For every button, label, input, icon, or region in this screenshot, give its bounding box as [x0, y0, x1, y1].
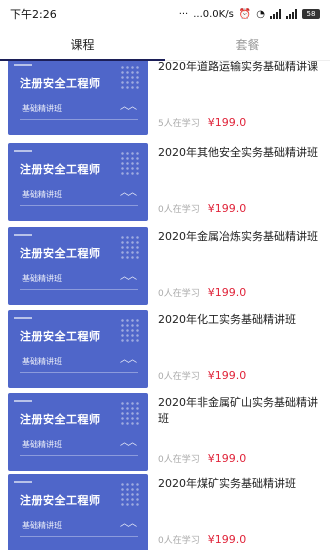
course-price: ¥199.0	[207, 286, 247, 299]
thumbnail-subtitle: 基础精讲班	[22, 357, 62, 366]
thumbnail-title: 注册安全工程师	[20, 330, 101, 343]
battery-icon: 58	[302, 9, 320, 19]
wave-mark-icon	[14, 147, 32, 152]
wave-mark-icon	[14, 61, 32, 66]
dot-pattern-icon	[120, 318, 140, 342]
course-price: ¥199.0	[207, 116, 247, 129]
thumbnail-subtitle: 基础精讲班	[22, 440, 62, 449]
status-bar: 下午2:26 ··· ...0.0K/s ⏰ ◔ 58	[0, 0, 330, 28]
learner-count: 0人在学习	[158, 455, 200, 465]
status-icons: ··· ...0.0K/s ⏰ ◔ 58	[179, 9, 320, 20]
tab-packages[interactable]: 套餐	[165, 28, 330, 60]
wave-mark-icon	[14, 397, 32, 402]
course-item[interactable]: 注册安全工程师 基础精讲班 ︿︿ 2020年非金属矿山实务基础精讲班 0人在学习…	[0, 393, 330, 471]
wave-mark-icon	[14, 314, 32, 319]
learner-count: 5人在学习	[158, 119, 200, 129]
wave-mark-icon	[14, 478, 32, 483]
dot-pattern-icon	[120, 401, 140, 425]
course-title: 2020年其他安全实务基础精讲班	[158, 146, 318, 159]
status-time: 下午2:26	[10, 8, 57, 21]
dots-icon: ···	[178, 8, 189, 20]
course-meta: 5人在学习 ¥199.0	[158, 116, 246, 129]
course-price: ¥199.0	[207, 452, 247, 465]
course-item[interactable]: 注册安全工程师 基础精讲班 ︿︿ 2020年煤矿实务基础精讲班 0人在学习 ¥1…	[0, 474, 330, 550]
network-speed: ...0.0K/s	[193, 8, 234, 20]
course-list: 注册安全工程师 基础精讲班 ︿︿ 2020年道路运输实务基础精讲课 5人在学习 …	[0, 61, 330, 550]
chevron-wave-icon: ︿︿	[119, 272, 137, 282]
chevron-wave-icon: ︿︿	[119, 188, 137, 198]
thumbnail-title: 注册安全工程师	[20, 247, 101, 260]
course-title: 2020年煤矿实务基础精讲班	[158, 477, 296, 490]
course-meta: 0人在学习 ¥199.0	[158, 533, 246, 546]
course-thumbnail: 注册安全工程师 基础精讲班 ︿︿	[8, 143, 148, 221]
course-info: 2020年其他安全实务基础精讲班 0人在学习 ¥199.0	[158, 143, 323, 221]
course-thumbnail: 注册安全工程师 基础精讲班 ︿︿	[8, 227, 148, 305]
course-meta: 0人在学习 ¥199.0	[158, 452, 246, 465]
chevron-wave-icon: ︿︿	[119, 519, 137, 529]
course-info: 2020年煤矿实务基础精讲班 0人在学习 ¥199.0	[158, 474, 323, 550]
chevron-wave-icon: ︿︿	[119, 102, 137, 112]
wave-mark-icon	[14, 231, 32, 236]
thumbnail-title: 注册安全工程师	[20, 494, 101, 507]
course-info: 2020年非金属矿山实务基础精讲班 0人在学习 ¥199.0	[158, 393, 323, 471]
course-thumbnail: 注册安全工程师 基础精讲班 ︿︿	[8, 474, 148, 550]
thumbnail-divider	[20, 205, 138, 206]
course-thumbnail: 注册安全工程师 基础精讲班 ︿︿	[8, 61, 148, 135]
thumbnail-divider	[20, 372, 138, 373]
dot-pattern-icon	[120, 151, 140, 175]
learner-count: 0人在学习	[158, 536, 200, 546]
signal-icon	[270, 9, 281, 19]
course-item[interactable]: 注册安全工程师 基础精讲班 ︿︿ 2020年化工实务基础精讲班 0人在学习 ¥1…	[0, 310, 330, 388]
course-title: 2020年金属冶炼实务基础精讲班	[158, 230, 318, 243]
course-price: ¥199.0	[207, 369, 247, 382]
thumbnail-divider	[20, 455, 138, 456]
thumbnail-subtitle: 基础精讲班	[22, 104, 62, 113]
learner-count: 0人在学习	[158, 205, 200, 215]
thumbnail-divider	[20, 119, 138, 120]
course-thumbnail: 注册安全工程师 基础精讲班 ︿︿	[8, 310, 148, 388]
thumbnail-subtitle: 基础精讲班	[22, 190, 62, 199]
tab-courses[interactable]: 课程	[0, 28, 165, 61]
tab-bar: 课程 套餐	[0, 28, 330, 61]
thumbnail-subtitle: 基础精讲班	[22, 274, 62, 283]
chevron-wave-icon: ︿︿	[119, 438, 137, 448]
course-meta: 0人在学习 ¥199.0	[158, 286, 246, 299]
course-title: 2020年道路运输实务基础精讲课	[158, 61, 318, 73]
course-info: 2020年道路运输实务基础精讲课 5人在学习 ¥199.0	[158, 61, 323, 135]
wifi-icon: ◔	[256, 8, 265, 20]
thumbnail-title: 注册安全工程师	[20, 163, 101, 176]
chevron-wave-icon: ︿︿	[119, 355, 137, 365]
thumbnail-title: 注册安全工程师	[20, 413, 101, 426]
course-item[interactable]: 注册安全工程师 基础精讲班 ︿︿ 2020年道路运输实务基础精讲课 5人在学习 …	[0, 61, 330, 135]
learner-count: 0人在学习	[158, 372, 200, 382]
thumbnail-title: 注册安全工程师	[20, 77, 101, 90]
thumbnail-divider	[20, 289, 138, 290]
course-meta: 0人在学习 ¥199.0	[158, 202, 246, 215]
course-title: 2020年化工实务基础精讲班	[158, 313, 296, 326]
course-title: 2020年非金属矿山实务基础精讲班	[158, 396, 318, 425]
learner-count: 0人在学习	[158, 289, 200, 299]
thumbnail-divider	[20, 536, 138, 537]
alarm-icon: ⏰	[238, 8, 252, 20]
dot-pattern-icon	[120, 235, 140, 259]
course-item[interactable]: 注册安全工程师 基础精讲班 ︿︿ 2020年其他安全实务基础精讲班 0人在学习 …	[0, 143, 330, 221]
course-item[interactable]: 注册安全工程师 基础精讲班 ︿︿ 2020年金属冶炼实务基础精讲班 0人在学习 …	[0, 227, 330, 305]
dot-pattern-icon	[120, 65, 140, 89]
signal-icon-2	[286, 9, 297, 19]
dot-pattern-icon	[120, 482, 140, 506]
course-price: ¥199.0	[207, 202, 247, 215]
course-thumbnail: 注册安全工程师 基础精讲班 ︿︿	[8, 393, 148, 471]
course-info: 2020年金属冶炼实务基础精讲班 0人在学习 ¥199.0	[158, 227, 323, 305]
course-price: ¥199.0	[207, 533, 247, 546]
thumbnail-subtitle: 基础精讲班	[22, 521, 62, 530]
course-meta: 0人在学习 ¥199.0	[158, 369, 246, 382]
course-info: 2020年化工实务基础精讲班 0人在学习 ¥199.0	[158, 310, 323, 388]
